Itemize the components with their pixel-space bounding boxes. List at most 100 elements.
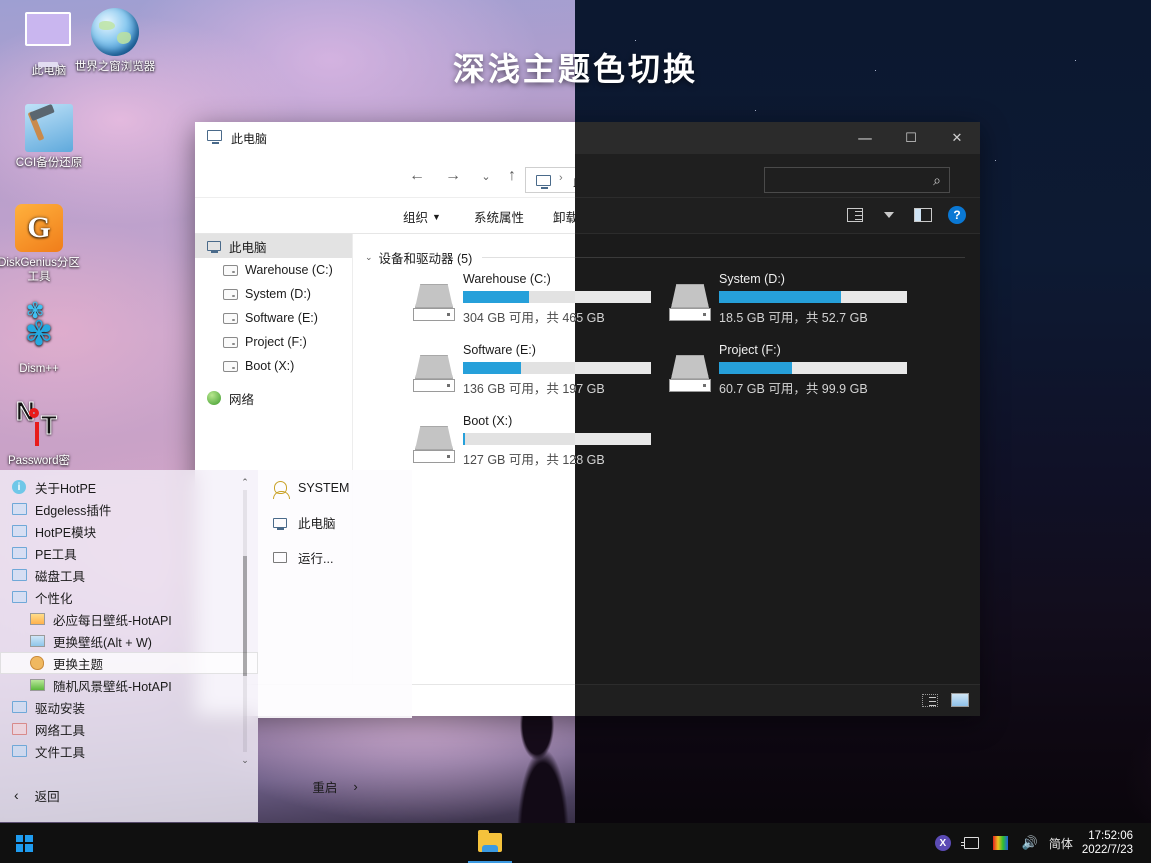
start-right-item-system[interactable]: SYSTEM xyxy=(258,470,412,505)
back-button[interactable]: ← xyxy=(403,162,431,190)
start-item-label: PE工具 xyxy=(35,544,77,563)
drive-tile[interactable]: Software (E:) 136 GB 可用，共 197 GB xyxy=(575,343,657,401)
desktop-icon-dism[interactable]: Dism++ xyxy=(0,310,80,376)
network-icon[interactable] xyxy=(962,833,982,853)
scrollbar-thumb[interactable] xyxy=(243,556,247,676)
taskbar-file-explorer[interactable] xyxy=(468,823,512,863)
help-icon[interactable]: ? xyxy=(946,204,968,226)
thumbnail-view-icon[interactable] xyxy=(950,691,970,709)
desktop-icon-diskgenius[interactable]: DiskGenius分区工具 xyxy=(0,204,80,284)
tree-item-software-e[interactable]: Software (E:) xyxy=(195,306,352,330)
recent-locations-button[interactable]: ⌄ xyxy=(472,162,500,190)
tree-item-label: Software (E:) xyxy=(245,311,318,325)
start-right-item-this-pc[interactable]: 此电脑 xyxy=(258,505,412,540)
tree-item-project-f[interactable]: Project (F:) xyxy=(195,330,352,354)
palette-icon xyxy=(28,655,46,671)
view-options-group: ? xyxy=(844,204,968,226)
preview-pane-icon[interactable] xyxy=(912,204,934,226)
wallpaper-figure-silhouette xyxy=(487,705,597,835)
up-button[interactable]: ↑ xyxy=(498,162,526,190)
drive-tile[interactable]: Warehouse (C:) 304 GB 可用，共 465 GB xyxy=(407,272,575,330)
start-item-change-wallpaper[interactable]: 更换壁纸(Alt + W) xyxy=(0,630,258,652)
clock-date: 2022/7/23 xyxy=(1082,843,1133,857)
drive-name: Project (F:) xyxy=(719,343,781,357)
group-header-dark[interactable]: ⌄ 设备和驱动器 (5) xyxy=(575,248,965,267)
start-item-personalization[interactable]: 个性化 xyxy=(0,586,258,608)
folder-icon xyxy=(10,743,28,759)
back-button[interactable]: ‹ 返回 xyxy=(0,786,60,805)
start-item-hotpe-module[interactable]: HotPE模块 xyxy=(0,520,258,542)
drive-usage-bar xyxy=(575,433,651,445)
nt-password-icon xyxy=(15,402,63,450)
start-item-label: HotPE模块 xyxy=(35,522,96,541)
drive-capacity-text: 136 GB 可用，共 197 GB xyxy=(463,378,575,397)
taskbar: X 🔊 简体 17:52:06 2022/7/23 xyxy=(0,823,1151,863)
drive-tile[interactable]: Warehouse (C:) 304 GB 可用，共 465 GB xyxy=(575,272,657,330)
group-header[interactable]: ⌄ 设备和驱动器 (5) xyxy=(365,248,575,267)
start-item-disk-tools[interactable]: 磁盘工具 xyxy=(0,564,258,586)
search-input[interactable]: ⌕ xyxy=(764,167,950,193)
drive-name: Boot (X:) xyxy=(463,414,512,428)
drive-icon xyxy=(221,265,239,276)
drive-name: System (D:) xyxy=(719,272,785,286)
scroll-down-arrow[interactable]: ⌄ xyxy=(240,754,250,766)
drive-icon xyxy=(413,355,455,393)
details-view-icon[interactable] xyxy=(844,204,866,226)
minimize-button[interactable]: — xyxy=(842,122,888,154)
forward-button[interactable]: → xyxy=(439,162,467,190)
drive-icon xyxy=(221,289,239,300)
tree-item-label: 此电脑 xyxy=(229,237,267,256)
start-item-file-tools[interactable]: 文件工具 xyxy=(0,740,258,762)
tree-item-warehouse-c[interactable]: Warehouse (C:) xyxy=(195,258,352,282)
restart-button[interactable]: 重启 › xyxy=(258,777,412,796)
volume-icon[interactable]: 🔊 xyxy=(1020,833,1040,853)
scroll-up-arrow[interactable]: ⌃ xyxy=(240,476,250,488)
close-button[interactable]: ✕ xyxy=(934,122,980,154)
command-system-properties[interactable]: 系统属性 xyxy=(474,207,524,226)
maximize-button[interactable]: ☐ xyxy=(888,122,934,154)
start-menu-scrollbar[interactable]: ⌃ ⌄ xyxy=(240,476,250,766)
tree-item-network[interactable]: 网络 xyxy=(195,386,352,410)
list-view-icon[interactable] xyxy=(920,691,940,709)
drive-tile[interactable]: Boot (X:) 127 GB 可用，共 128 GB xyxy=(407,414,575,472)
drive-tile[interactable]: Software (E:) 136 GB 可用，共 197 GB xyxy=(407,343,575,401)
start-item-edgeless-plugin[interactable]: Edgeless插件 xyxy=(0,498,258,520)
this-pc-icon xyxy=(205,241,223,251)
windows-logo-icon xyxy=(16,835,33,852)
folder-icon xyxy=(10,567,28,583)
command-uninstall-change-program[interactable]: 卸载或更改程序 xyxy=(553,207,575,226)
drive-tile[interactable]: Project (F:) 60.7 GB 可用，共 99.9 GB xyxy=(663,343,913,401)
explorer-command-bar-dark: ? xyxy=(575,198,980,234)
start-item-label: 个性化 xyxy=(35,588,73,607)
start-item-random-scenery-wallpaper[interactable]: 随机风景壁纸-HotAPI xyxy=(0,674,258,696)
start-item-pe-tools[interactable]: PE工具 xyxy=(0,542,258,564)
start-item-driver-install[interactable]: 驱动安装 xyxy=(0,696,258,718)
drive-usage-bar xyxy=(719,291,907,303)
tree-item-this-pc[interactable]: 此电脑 xyxy=(195,234,352,258)
start-menu-program-list: i 关于HotPE Edgeless插件 HotPE模块 PE工具 磁盘工具 个… xyxy=(0,470,258,822)
start-item-about-hotpe[interactable]: i 关于HotPE xyxy=(0,476,258,498)
start-item-bing-daily-wallpaper[interactable]: 必应每日壁纸-HotAPI xyxy=(0,608,258,630)
start-item-change-theme[interactable]: 更换主题 xyxy=(0,652,258,674)
desktop-icon-cgi-backup[interactable]: CGI备份还原 xyxy=(8,104,90,170)
ime-indicator[interactable]: 简体 xyxy=(1049,835,1073,852)
x-app-icon[interactable]: X xyxy=(933,833,953,853)
chevron-down-icon[interactable] xyxy=(878,204,900,226)
drive-capacity-text: 304 GB 可用，共 465 GB xyxy=(575,307,605,326)
tree-item-system-d[interactable]: System (D:) xyxy=(195,282,352,306)
start-button[interactable] xyxy=(0,823,48,863)
address-bar[interactable]: › 此电脑 xyxy=(525,167,575,193)
folder-icon xyxy=(10,545,28,561)
tree-item-boot-x[interactable]: Boot (X:) xyxy=(195,354,352,378)
start-right-item-run[interactable]: 运行... xyxy=(258,540,412,575)
desktop-icon-nt-password[interactable]: Password密 xyxy=(0,402,80,468)
explorer-dark-theme-half: — ☐ ✕ ⌕ ? 此电脑 xyxy=(575,122,980,716)
explorer-body-dark: 此电脑 Warehouse (C:) System (D:) Software … xyxy=(575,234,980,684)
start-item-network-tools[interactable]: 网络工具 xyxy=(0,718,258,740)
drive-tile[interactable]: System (D:) 18.5 GB 可用，共 52.7 GB xyxy=(663,272,913,330)
clock[interactable]: 17:52:06 2022/7/23 xyxy=(1082,829,1141,857)
start-item-label: 驱动安装 xyxy=(35,698,85,717)
color-profile-icon[interactable] xyxy=(991,833,1011,853)
command-organize[interactable]: 组织▼ xyxy=(403,207,441,226)
drive-tile[interactable]: Boot (X:) 127 GB 可用，共 128 GB xyxy=(575,414,657,472)
